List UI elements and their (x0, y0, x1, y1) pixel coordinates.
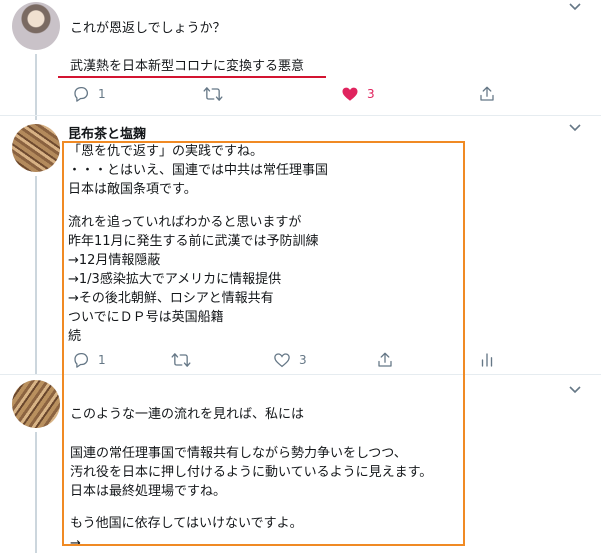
reply-button[interactable]: 1 (72, 84, 106, 104)
reply-icon (72, 85, 90, 103)
analytics-icon (478, 351, 496, 369)
thread-line (35, 176, 37, 374)
tweet-text-line: 武漢熱を日本新型コロナに変換する悪意 (70, 59, 305, 74)
retweet-button[interactable] (203, 84, 223, 104)
retweet-icon (203, 85, 223, 103)
like-count: 3 (367, 87, 375, 101)
avatar[interactable] (12, 2, 60, 50)
tweet-divider (0, 115, 601, 116)
author-name[interactable]: 昆布茶と塩麹 (68, 123, 146, 142)
tweet-text-line: これが恩返しでしょうか？ (70, 21, 226, 36)
thread-line (35, 432, 37, 553)
thread-line (35, 54, 37, 120)
heart-icon (341, 85, 359, 103)
reply-count: 1 (98, 87, 106, 101)
chevron-down-icon[interactable] (568, 385, 588, 399)
analytics-button[interactable] (478, 350, 496, 370)
like-button[interactable]: 3 (341, 84, 375, 104)
highlight-box-annotation (62, 141, 465, 546)
red-underline-annotation (58, 76, 326, 78)
avatar[interactable] (12, 380, 60, 428)
chevron-down-icon[interactable] (568, 2, 588, 16)
chevron-down-icon[interactable] (568, 123, 588, 137)
share-icon (478, 85, 496, 103)
avatar[interactable] (12, 124, 60, 172)
share-button[interactable] (478, 84, 496, 104)
